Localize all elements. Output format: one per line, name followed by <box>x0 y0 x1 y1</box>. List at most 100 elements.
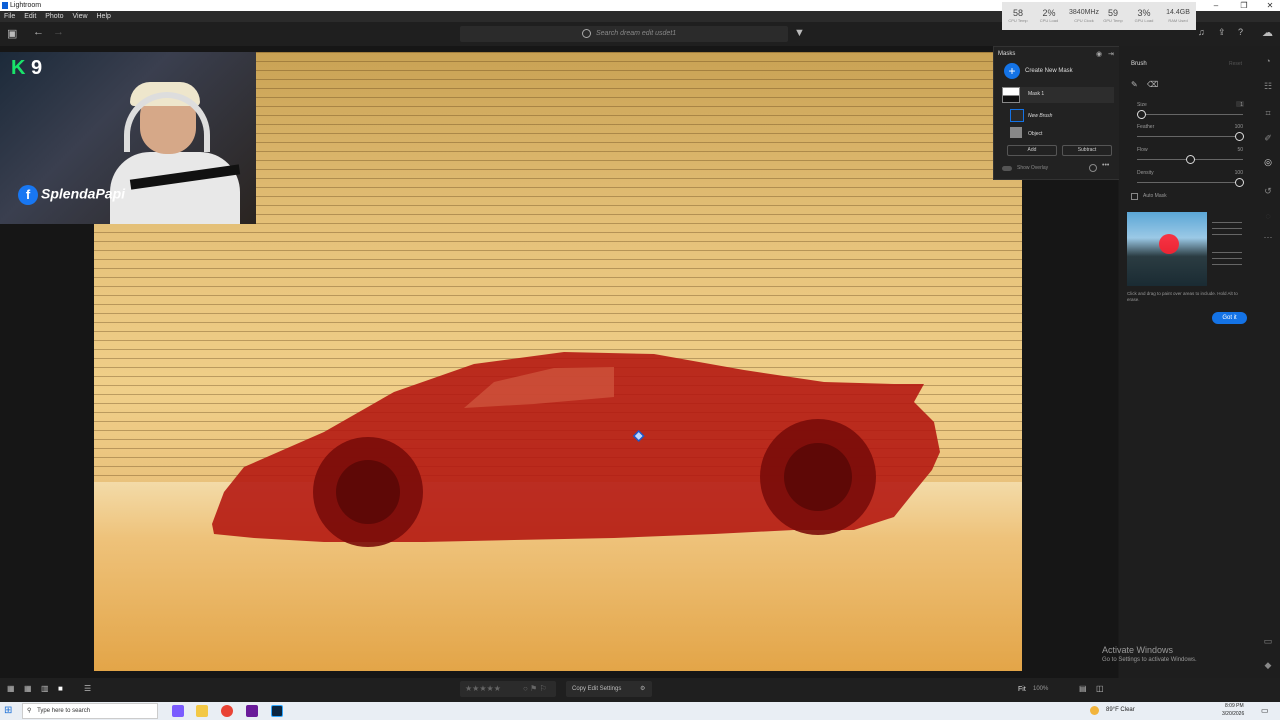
grid-small-icon[interactable]: ▦ <box>7 684 15 693</box>
subtract-button[interactable]: Subtract <box>1062 145 1112 156</box>
fit-zoom-button[interactable]: Fit <box>1018 686 1026 693</box>
overlay-color-icon[interactable] <box>1089 164 1097 172</box>
mask-thumbnail <box>1002 87 1020 103</box>
taskbar-search[interactable]: ⚲ Type here to search <box>22 703 158 719</box>
grid-large-icon[interactable]: ▦ <box>24 684 32 693</box>
auto-mask-label: Auto Mask <box>1143 193 1167 199</box>
brush-icon <box>1010 109 1024 122</box>
more-icon[interactable]: ⋯ <box>1263 232 1273 242</box>
red-eye-icon[interactable]: ◌ <box>1263 211 1273 221</box>
show-overlay-toggle[interactable] <box>1002 166 1012 171</box>
tag-icon[interactable]: ◆ <box>1263 660 1273 670</box>
filter-icon[interactable]: ▼ <box>794 27 805 39</box>
close-button[interactable]: ✕ <box>1263 0 1277 11</box>
maximize-button[interactable]: ❐ <box>1237 0 1251 11</box>
activate-windows-watermark: Activate Windows Go to Settings to activ… <box>1102 645 1197 663</box>
panel-toggle-icon[interactable]: ▣ <box>7 27 17 40</box>
weather-text[interactable]: 89°F Clear <box>1106 707 1135 713</box>
help-icon[interactable]: ? <box>1238 27 1243 37</box>
brush-tool-icon[interactable]: ✎ <box>1131 80 1138 89</box>
stat-cpu-clock: 3840MHz CPU Clock <box>1069 9 1099 23</box>
mask-row-object[interactable]: Object <box>1002 127 1114 143</box>
clock-time[interactable]: 8:09 PM <box>1225 703 1244 709</box>
masks-panel: Masks ◉ ⇥ + Create New Mask Mask 1 New Br… <box>993 46 1120 180</box>
masks-header: Masks <box>998 51 1016 57</box>
menu-help[interactable]: Help <box>97 13 111 20</box>
density-slider[interactable]: Density 100 <box>1137 170 1244 188</box>
bell-icon[interactable]: ♫ <box>1198 27 1205 37</box>
brush-tip-text: Click and drag to paint over areas to in… <box>1127 291 1238 302</box>
menu-edit[interactable]: Edit <box>24 13 36 20</box>
clock-date[interactable]: 3/20/2026 <box>1222 711 1244 717</box>
forward-arrow-icon[interactable]: → <box>53 26 64 38</box>
menu-photo[interactable]: Photo <box>45 13 63 20</box>
got-it-button[interactable]: Got it <box>1212 312 1247 324</box>
stat-gpu-load: 3% GPU Load <box>1134 8 1154 23</box>
mask-row-new-brush[interactable]: New Brush <box>1002 109 1114 125</box>
brush-title: Brush <box>1131 61 1147 67</box>
flag-icons[interactable]: ○ ⚑ ⚐ <box>523 684 547 693</box>
feather-slider[interactable]: Feather 100 <box>1137 124 1244 142</box>
history-icon[interactable]: ↺ <box>1263 186 1273 196</box>
settings-gear-icon[interactable]: ⚙ <box>640 681 645 697</box>
search-icon <box>582 29 591 38</box>
webcam-shirt <box>110 152 240 224</box>
brush-tip-illustration <box>1127 212 1207 286</box>
k-badge: K 9 <box>11 57 42 80</box>
menu-file[interactable]: File <box>4 13 15 20</box>
taskbar-search-input[interactable]: Type here to search <box>37 708 90 714</box>
copy-edit-settings-button[interactable]: Copy Edit Settings ⚙ <box>566 681 652 697</box>
stat-gpu-temp: 59 GPU Temp <box>1103 8 1123 23</box>
eraser-icon[interactable]: ⌫ <box>1147 80 1158 89</box>
healing-icon[interactable]: ✐ <box>1263 133 1273 143</box>
chrome-icon[interactable] <box>221 705 233 717</box>
search-input[interactable]: Search dream edit usdet1 <box>596 30 676 37</box>
cloud-icon[interactable]: ☁ <box>1262 26 1273 39</box>
stat-ram-used: 14.4GB RAM Used <box>1166 9 1190 23</box>
create-new-mask-button[interactable]: + Create New Mask <box>1004 63 1073 79</box>
minimize-button[interactable]: – <box>1209 0 1223 11</box>
back-arrow-icon[interactable]: ← <box>33 26 44 38</box>
eye-icon[interactable]: ◉ <box>1096 50 1102 58</box>
taskbar-app-icon[interactable] <box>172 705 184 717</box>
sort-icon[interactable]: ☰ <box>84 684 91 693</box>
file-explorer-icon[interactable] <box>196 705 208 717</box>
flow-slider-knob[interactable] <box>1186 155 1195 164</box>
menu-view[interactable]: View <box>73 13 88 20</box>
size-slider-knob[interactable] <box>1137 110 1146 119</box>
auto-mask-checkbox[interactable] <box>1131 193 1138 200</box>
zoom-level[interactable]: 100% <box>1033 686 1048 692</box>
notification-icon[interactable]: ▭ <box>1261 706 1269 715</box>
feather-slider-knob[interactable] <box>1235 132 1244 141</box>
compare-icon[interactable]: ▤ <box>1079 684 1087 693</box>
edit-icon[interactable]: ☷ <box>1263 81 1273 91</box>
taskbar-app-icon-2[interactable] <box>246 705 258 717</box>
crop-icon[interactable]: ⌗ <box>1263 108 1273 118</box>
before-after-icon[interactable]: ◫ <box>1096 684 1104 693</box>
flow-slider[interactable]: Flow 50 <box>1137 147 1243 165</box>
mask-row-mask1[interactable]: Mask 1 <box>1002 87 1114 103</box>
weather-icon[interactable] <box>1090 706 1099 715</box>
stat-cpu-temp: 58 CPU Temp <box>1008 8 1028 23</box>
windows-start-icon[interactable]: ⊞ <box>4 705 12 716</box>
star-rating[interactable]: ★★★★★ <box>465 684 501 693</box>
share-icon[interactable]: ⇪ <box>1218 27 1226 38</box>
brush-tip-dot <box>1159 234 1179 254</box>
add-button[interactable]: Add <box>1007 145 1057 156</box>
edit-tools-strip: ◔ ☷ ⌗ ✐ ◎ ↺ ◌ ⋯ ▭ ◆ ⓘ <box>1256 46 1280 694</box>
reset-button[interactable]: Reset <box>1229 61 1242 67</box>
search-bar[interactable]: Search dream edit usdet1 <box>460 26 788 42</box>
rating-flag-bar: ★★★★★ ○ ⚑ ⚐ <box>460 681 556 697</box>
comment-icon[interactable]: ▭ <box>1263 636 1273 646</box>
square-grid-icon[interactable]: ▥ <box>41 684 49 693</box>
size-slider[interactable]: Size 1 <box>1137 102 1243 120</box>
more-options-icon[interactable]: ••• <box>1102 162 1109 169</box>
detail-view-icon[interactable]: ■ <box>58 684 63 693</box>
lightroom-taskbar-icon[interactable] <box>271 705 283 717</box>
density-slider-knob[interactable] <box>1235 178 1244 187</box>
windows-taskbar: ⊞ 89°F Clear 8:09 PM 3/20/2026 ▭ <box>0 702 1280 720</box>
masking-icon[interactable]: ◎ <box>1263 157 1273 167</box>
facebook-icon: f <box>18 185 38 205</box>
collapse-icon[interactable]: ⇥ <box>1108 50 1114 58</box>
presets-icon[interactable]: ◔ <box>1263 56 1273 66</box>
